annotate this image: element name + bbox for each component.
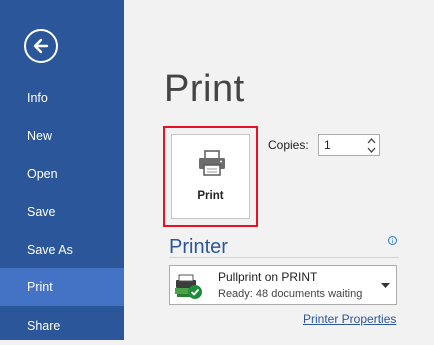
printer-name: Pullprint on PRINT (218, 270, 318, 284)
backstage-sidebar: Info New Open Save Save As Print Share (0, 0, 124, 340)
decrement-arrow-icon[interactable] (367, 146, 376, 154)
copies-stepper[interactable]: 1 (318, 134, 380, 156)
printer-section-title: Printer (169, 236, 228, 258)
print-button-highlight: Print (163, 126, 258, 227)
print-pane: Print Print Copies: 1 Printer i Pullprin… (124, 0, 434, 340)
section-divider (169, 257, 399, 258)
back-button[interactable] (24, 29, 58, 63)
nav-new[interactable]: New (0, 117, 124, 155)
nav-print[interactable]: Print (0, 268, 124, 306)
nav-share[interactable]: Share (0, 307, 124, 345)
printer-dropdown[interactable]: Pullprint on PRINT Ready: 48 documents w… (169, 265, 397, 305)
printer-icon (199, 150, 225, 176)
chevron-down-icon (381, 283, 390, 288)
info-icon[interactable]: i (388, 236, 397, 245)
print-button-label: Print (197, 190, 224, 202)
nav-save[interactable]: Save (0, 193, 124, 231)
increment-arrow-icon[interactable] (367, 137, 376, 145)
copies-label: Copies: (268, 138, 309, 152)
nav-open[interactable]: Open (0, 155, 124, 193)
printer-ready-icon (175, 274, 202, 299)
back-arrow-icon (33, 38, 49, 54)
nav-info[interactable]: Info (0, 79, 124, 117)
copies-value: 1 (324, 138, 331, 152)
printer-properties-link[interactable]: Printer Properties (303, 312, 396, 326)
print-button[interactable]: Print (171, 134, 250, 219)
nav-save-as[interactable]: Save As (0, 231, 124, 269)
printer-status: Ready: 48 documents waiting (218, 288, 363, 300)
page-title: Print (164, 68, 245, 110)
